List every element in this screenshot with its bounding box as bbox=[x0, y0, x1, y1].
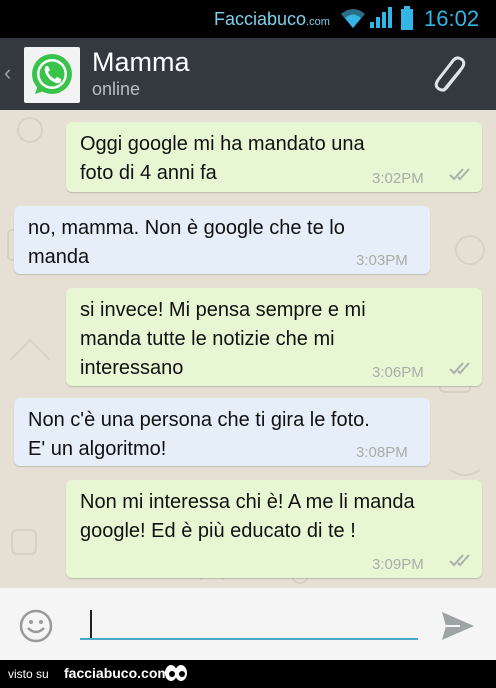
footer-site-label: facciabuco.com bbox=[64, 665, 170, 681]
avatar[interactable] bbox=[24, 47, 80, 103]
message-outgoing[interactable]: Non mi interessa chi è! A me li manda go… bbox=[66, 480, 482, 578]
message-input[interactable] bbox=[80, 604, 418, 640]
footer-visto-label: visto su bbox=[8, 667, 49, 681]
double-check-icon bbox=[449, 168, 470, 181]
phone-screen: Facciabuco.com 16:02 ‹ Mamma online Oggi… bbox=[0, 0, 496, 688]
back-chevron-icon[interactable]: ‹ bbox=[4, 60, 11, 86]
double-check-icon bbox=[449, 362, 470, 375]
message-time: 3:06PM bbox=[372, 364, 424, 381]
contact-name[interactable]: Mamma bbox=[92, 47, 190, 78]
message-incoming[interactable]: Non c'è una persona che ti gira le foto.… bbox=[14, 398, 430, 466]
signal-icon bbox=[370, 7, 392, 28]
double-check-icon bbox=[449, 554, 470, 567]
status-bar: Facciabuco.com 16:02 bbox=[0, 0, 496, 38]
message-text: Non c'è una persona che ti gira le foto.… bbox=[28, 409, 370, 460]
composer-bar bbox=[0, 588, 496, 660]
message-time: 3:02PM bbox=[372, 170, 424, 187]
message-time: 3:03PM bbox=[356, 252, 408, 269]
chat-header: ‹ Mamma online bbox=[0, 38, 496, 110]
status-time: 16:02 bbox=[424, 6, 480, 31]
send-arrow-icon[interactable] bbox=[440, 610, 476, 642]
message-time: 3:09PM bbox=[372, 556, 424, 573]
watermark-suffix: .com bbox=[306, 16, 330, 28]
wifi-icon bbox=[341, 9, 365, 28]
whatsapp-logo-icon bbox=[32, 54, 72, 94]
message-text: Non mi interessa chi è! A me li manda go… bbox=[80, 491, 415, 542]
message-incoming[interactable]: no, mamma. Non è google che te lo manda … bbox=[14, 206, 430, 274]
message-text: Oggi google mi ha mandato una foto di 4 … bbox=[80, 133, 365, 184]
message-text: no, mamma. Non è google che te lo manda bbox=[28, 217, 345, 268]
paperclip-icon[interactable] bbox=[430, 54, 474, 98]
message-outgoing[interactable]: si invece! Mi pensa sempre e mi manda tu… bbox=[66, 288, 482, 386]
watermark-main: Facciabuco bbox=[214, 9, 307, 29]
smiley-icon[interactable] bbox=[18, 608, 54, 644]
battery-icon bbox=[401, 6, 413, 30]
text-caret bbox=[90, 610, 92, 638]
message-text: si invece! Mi pensa sempre e mi manda tu… bbox=[80, 299, 366, 379]
message-time: 3:08PM bbox=[356, 444, 408, 461]
eyes-logo-icon bbox=[165, 665, 187, 681]
watermark-footer: visto su facciabuco.com bbox=[0, 660, 496, 688]
status-watermark: Facciabuco.com bbox=[214, 9, 330, 30]
chat-area[interactable]: Oggi google mi ha mandato una foto di 4 … bbox=[0, 110, 496, 588]
message-outgoing[interactable]: Oggi google mi ha mandato una foto di 4 … bbox=[66, 122, 482, 192]
contact-status: online bbox=[92, 79, 141, 99]
